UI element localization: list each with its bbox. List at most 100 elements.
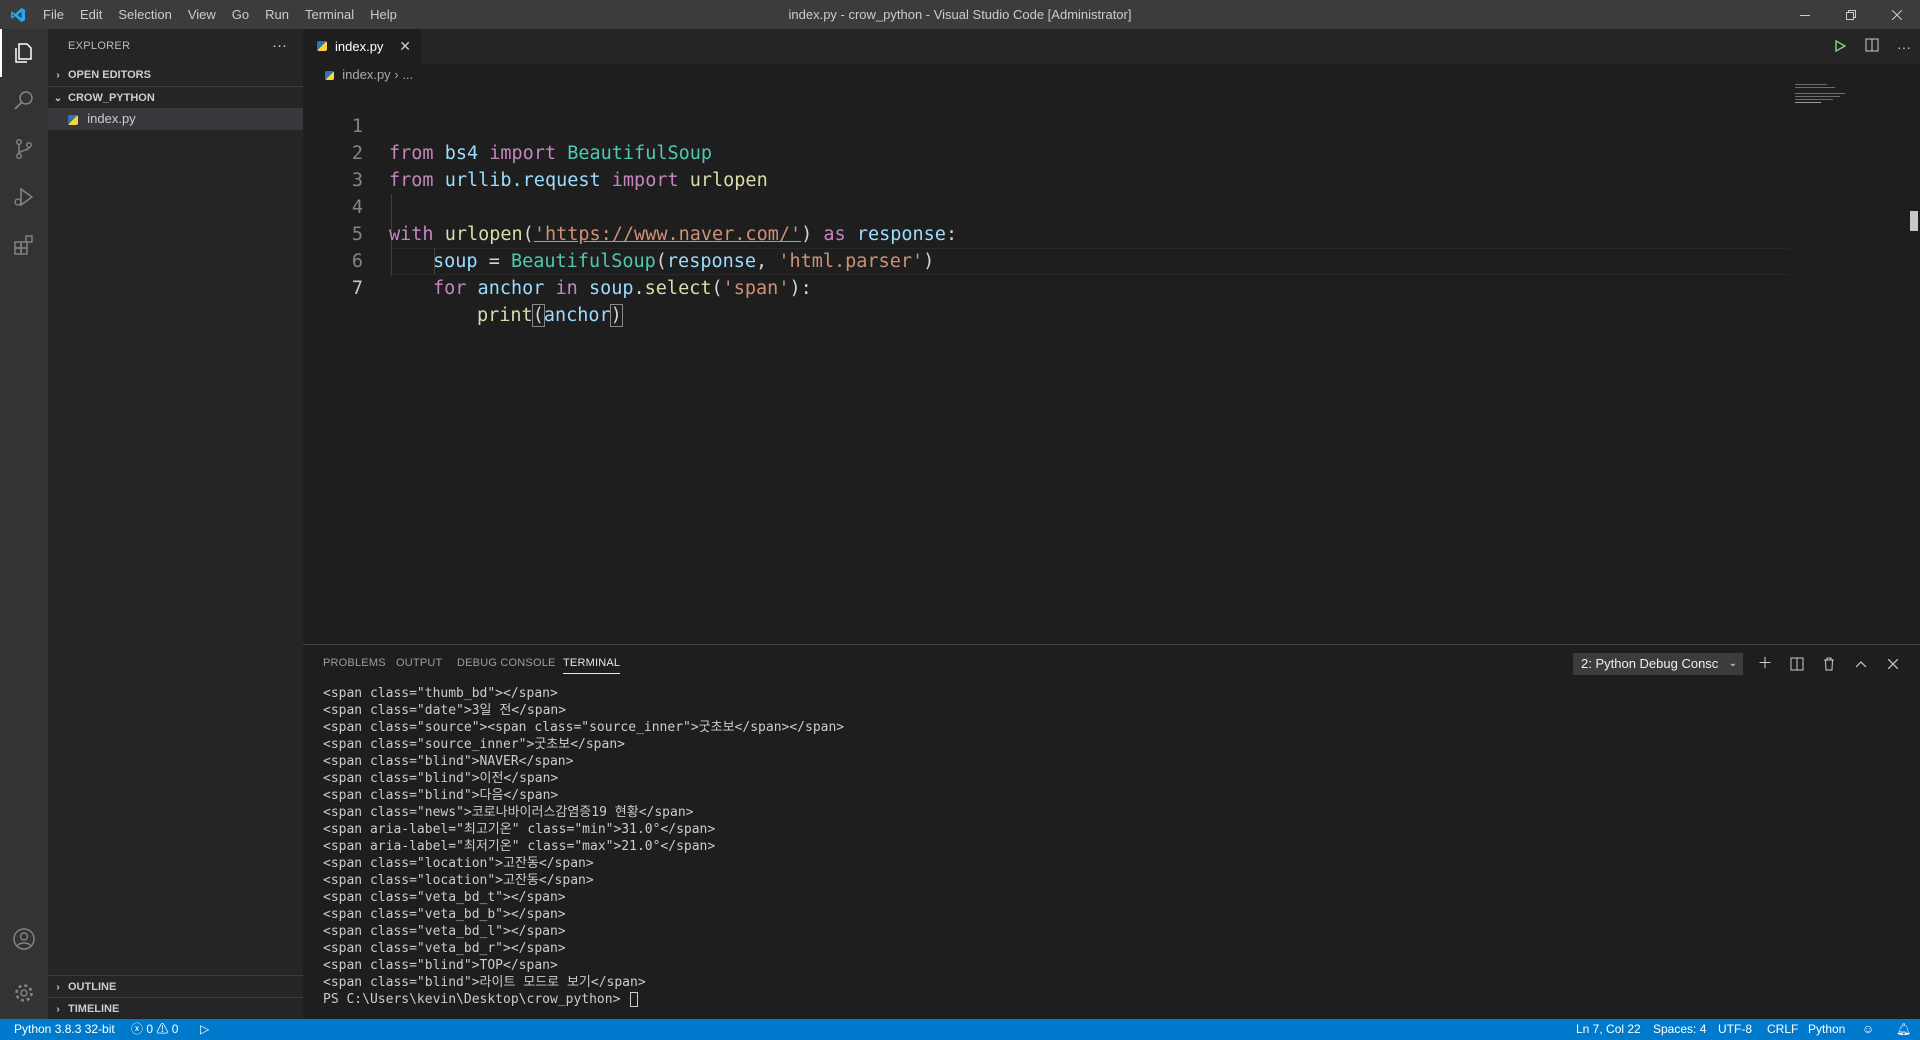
extensions-icon[interactable] [0, 221, 48, 269]
run-debug-icon[interactable] [0, 173, 48, 221]
kill-terminal-trash-icon[interactable] [1816, 651, 1842, 677]
line-text: with urlopen('https://www.naver.com/') a… [389, 224, 958, 245]
tab-index-py[interactable]: index.py ✕ [303, 29, 421, 64]
menu-go[interactable]: Go [224, 0, 257, 29]
feedback-icon[interactable]: ☺ [1862, 1019, 1874, 1040]
breadcrumb: index.py › ... [303, 64, 1920, 86]
code-line: 7 print(anchor) [303, 248, 623, 327]
activity-bar [0, 29, 48, 1019]
problems-indicator[interactable]: ⓧ 0 ⚠ 0 [131, 1019, 178, 1040]
new-terminal-icon[interactable]: ＋ [1752, 651, 1778, 677]
more-editor-actions-icon[interactable]: ··· [1888, 39, 1920, 55]
terminal-line: <span aria-label="최저기온" class="max">21.0… [323, 839, 716, 854]
timeline-section[interactable]: › TIMELINE [48, 997, 303, 1020]
line-text: print(anchor) [477, 304, 623, 327]
account-icon[interactable] [0, 915, 48, 963]
language-mode[interactable]: Python [1808, 1019, 1845, 1040]
breadcrumb-symbols[interactable]: ... [402, 67, 413, 82]
breadcrumb-file[interactable]: index.py [342, 67, 390, 82]
terminal-cursor [630, 992, 639, 1007]
terminal-line: <span class="blind">NAVER</span> [323, 754, 574, 769]
code-line: 4 with urlopen('https://www.naver.com/')… [303, 167, 957, 245]
terminal-line: <span class="location">고잔동</span> [323, 873, 594, 888]
chevron-down-icon: ⌄ [53, 93, 63, 104]
end-of-line[interactable]: CRLF [1767, 1019, 1798, 1040]
line-text: soup = BeautifulSoup(response, 'html.par… [433, 251, 935, 272]
tab-problems[interactable]: PROBLEMS [323, 645, 386, 680]
terminal-line: <span class="blind">라이트 모드로 보기</span> [323, 975, 646, 990]
encoding[interactable]: UTF-8 [1718, 1019, 1752, 1040]
line-text: for anchor in soup.select('span'): [433, 278, 812, 299]
tab-debug-console[interactable]: DEBUG CONSOLE [457, 645, 556, 680]
window-controls [1782, 0, 1920, 29]
code-editor[interactable]: 1 from bs4 import BeautifulSoup 2 from u… [303, 86, 1920, 644]
minimize-button[interactable] [1782, 0, 1828, 29]
close-window-button[interactable] [1874, 0, 1920, 29]
python-interpreter[interactable]: Python 3.8.3 32-bit [14, 1019, 115, 1040]
code-line: 6 for anchor in soup.select('span'): [303, 221, 812, 299]
file-item-index-py[interactable]: index.py [48, 108, 303, 130]
line-text: from bs4 import BeautifulSoup [389, 143, 713, 164]
menu-file[interactable]: File [35, 0, 72, 29]
terminal-line: <span class="source_inner">굿초보</span> [323, 737, 625, 752]
terminal-select-value: 2: Python Debug Consc [1581, 656, 1719, 671]
run-python-file-icon[interactable] [1824, 39, 1856, 55]
maximize-panel-icon[interactable] [1848, 651, 1874, 677]
menu-run[interactable]: Run [257, 0, 297, 29]
outline-section[interactable]: › OUTLINE [48, 975, 303, 998]
indentation[interactable]: Spaces: 4 [1653, 1019, 1706, 1040]
line-text: from urllib.request import urlopen [389, 170, 768, 191]
menu-help[interactable]: Help [362, 0, 405, 29]
outline-label: OUTLINE [68, 981, 117, 993]
terminal-line: <span class="blind">이전</span> [323, 771, 559, 786]
terminal-prompt-line: PS C:\Users\kevin\Desktop\crow_python> [323, 991, 639, 1008]
menu-edit[interactable]: Edit [72, 0, 110, 29]
cursor-position[interactable]: Ln 7, Col 22 [1576, 1019, 1641, 1040]
folder-label: CROW_PYTHON [68, 92, 155, 104]
minimap[interactable] [1795, 84, 1905, 103]
tab-terminal[interactable]: TERMINAL [563, 645, 621, 680]
restore-button[interactable] [1828, 0, 1874, 29]
file-name: index.py [87, 111, 136, 126]
explorer-icon[interactable] [0, 29, 48, 77]
settings-gear-icon[interactable] [0, 969, 48, 1017]
terminal-line: <span aria-label="최고기온" class="min">31.0… [323, 822, 716, 837]
menu-view[interactable]: View [180, 0, 224, 29]
code-line: 5 soup = BeautifulSoup(response, 'html.p… [303, 194, 934, 272]
terminal-line: <span class="thumb_bd"></span> [323, 686, 558, 701]
close-tab-icon[interactable]: ✕ [399, 29, 411, 64]
chevron-right-icon: › [56, 70, 60, 81]
split-editor-icon[interactable] [1856, 38, 1888, 55]
terminal-line: <span class="veta_bd_b"></span> [323, 907, 566, 922]
close-panel-icon[interactable] [1880, 651, 1906, 677]
terminal-line: <span class="blind">다음</span> [323, 788, 559, 803]
timeline-label: TIMELINE [68, 1003, 120, 1015]
terminal-select[interactable]: 2: Python Debug Consc ⌄ [1573, 653, 1743, 675]
python-file-icon [67, 114, 78, 125]
title-bar: File Edit Selection View Go Run Terminal… [0, 0, 1920, 29]
terminal-prompt: PS C:\Users\kevin\Desktop\crow_python> [323, 992, 629, 1007]
tab-label: index.py [335, 39, 384, 54]
split-terminal-icon[interactable] [1784, 651, 1810, 677]
menu-selection[interactable]: Selection [110, 0, 179, 29]
terminal-line: <span class="date">3일 전</span> [323, 703, 567, 718]
code-line: 1 from bs4 import BeautifulSoup [303, 86, 712, 164]
python-file-icon [324, 71, 334, 81]
chevron-right-icon: › [56, 1004, 60, 1015]
menu-terminal[interactable]: Terminal [297, 0, 362, 29]
tab-output[interactable]: OUTPUT [396, 645, 442, 680]
more-actions-icon[interactable]: ··· [272, 29, 287, 64]
run-icon[interactable]: ▷ [200, 1019, 209, 1040]
error-icon: ⓧ [131, 1022, 144, 1036]
open-editors-section[interactable]: › OPEN EDITORS [48, 64, 303, 86]
editor-actions: ··· [1824, 29, 1920, 64]
code-line: 2 from urllib.request import urlopen [303, 113, 768, 191]
folder-section[interactable]: ⌄ CROW_PYTHON [48, 86, 303, 109]
editor-scrollbar-marker[interactable] [1910, 211, 1918, 231]
notifications-bell-icon[interactable]: 🔔︎ [1896, 1019, 1911, 1040]
source-control-icon[interactable] [0, 125, 48, 173]
search-icon[interactable] [0, 77, 48, 125]
bottom-panel: PROBLEMS OUTPUT DEBUG CONSOLE TERMINAL 2… [303, 644, 1920, 1019]
warning-count: 0 [171, 1022, 179, 1036]
terminal-line: <span class="source"><span class="source… [323, 720, 845, 735]
